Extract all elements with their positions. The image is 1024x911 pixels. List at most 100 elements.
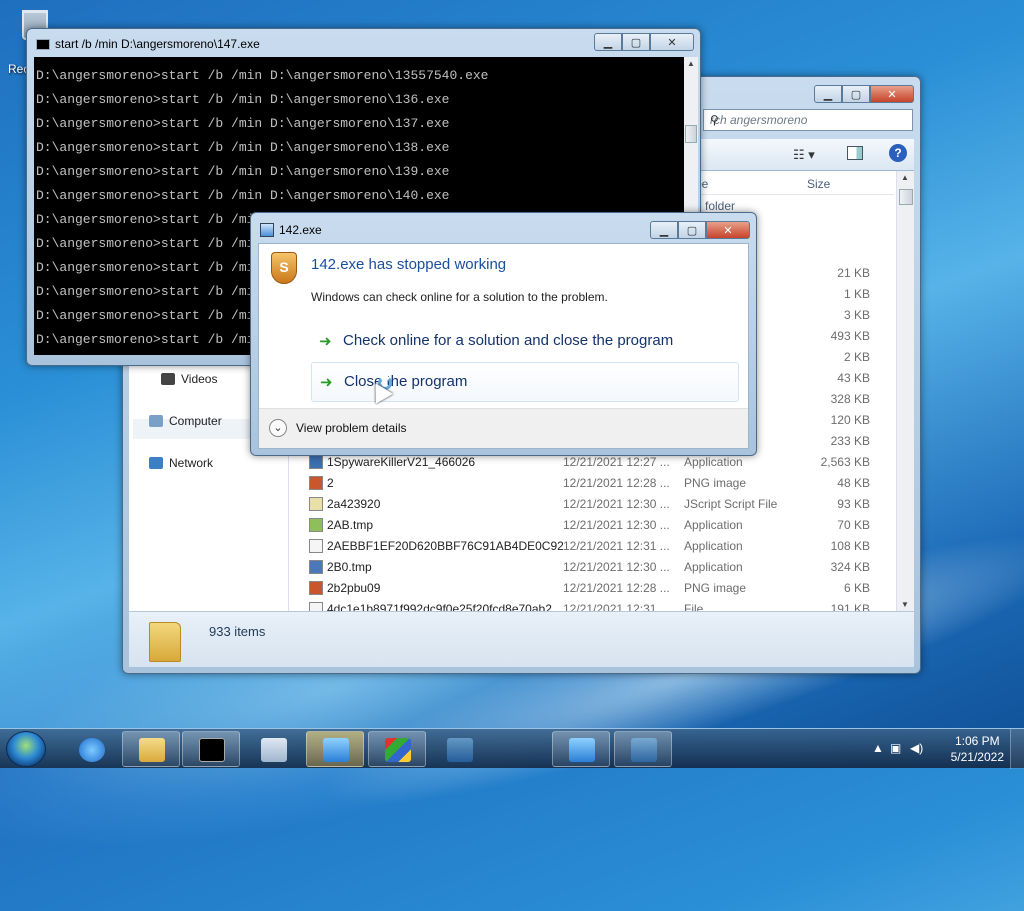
- console-line: D:\angersmoreno>start /b /mi: [36, 212, 255, 227]
- error-dialog[interactable]: 142.exe ▁ ▢ ✕ S 142.exe has stopped work…: [250, 212, 757, 456]
- scrollbar-thumb[interactable]: [899, 189, 913, 205]
- file-name: 2a423920: [327, 497, 381, 511]
- green-arrow-icon: ➜: [320, 374, 333, 391]
- search-icon: ⚲: [710, 113, 719, 127]
- taskbar-app-6[interactable]: [614, 731, 672, 767]
- taskbar-cmd[interactable]: [182, 731, 240, 767]
- taskbar-app-1[interactable]: [244, 731, 302, 767]
- nav-item-computer[interactable]: Computer: [149, 411, 222, 431]
- application-icon: [309, 539, 323, 553]
- file-date: 12/21/2021 12:30 ...: [563, 518, 670, 532]
- nav-item-network[interactable]: Network: [149, 453, 213, 473]
- application-icon: [309, 560, 323, 574]
- console-line: D:\angersmoreno>start /b /mi: [36, 284, 255, 299]
- table-row[interactable]: 2 12/21/2021 12:28 ... PNG image 48 KB: [305, 473, 894, 494]
- table-row[interactable]: 4dc1e1b8971f992dc9f0e25f20fcd8e70ab2 12/…: [305, 599, 894, 611]
- minimize-button[interactable]: ▁: [650, 221, 678, 239]
- file-size: 6 KB: [843, 581, 870, 595]
- start-button[interactable]: [6, 731, 46, 767]
- close-button[interactable]: ✕: [650, 33, 694, 51]
- scroll-up-arrow-icon[interactable]: ▲: [687, 59, 695, 68]
- nav-item-videos[interactable]: Videos: [161, 369, 217, 389]
- taskbar-app-3[interactable]: [368, 731, 426, 767]
- internet-explorer-icon: [79, 738, 105, 762]
- scroll-up-arrow-icon[interactable]: ▲: [901, 173, 909, 182]
- volume-icon[interactable]: ◀): [910, 741, 923, 755]
- chevron-down-icon[interactable]: ⌄: [269, 419, 287, 437]
- clock-time: 1:06 PM: [954, 734, 1000, 748]
- app-icon: [447, 738, 473, 762]
- file-type: Application: [684, 455, 743, 469]
- table-row[interactable]: 2B0.tmp 12/21/2021 12:30 ... Application…: [305, 557, 894, 578]
- taskbar-app-2[interactable]: [306, 731, 364, 767]
- column-header-size[interactable]: Size: [807, 177, 830, 191]
- taskbar-explorer[interactable]: [122, 731, 180, 767]
- dialog-footer: ⌄ View problem details: [259, 408, 748, 448]
- views-icon[interactable]: ☷ ▾: [793, 147, 815, 163]
- table-row[interactable]: 2AEBBF1EF20D620BBF76C91AB4DE0C92 12/21/2…: [305, 536, 894, 557]
- item-count: 933 items: [209, 624, 266, 639]
- check-online-label: Check online for a solution and close th…: [343, 332, 674, 349]
- table-row[interactable]: 2a423920 12/21/2021 12:30 ... JScript Sc…: [305, 494, 894, 515]
- taskbar-app-4[interactable]: [430, 731, 488, 767]
- application-icon: [309, 455, 323, 469]
- file-size: 70 KB: [837, 518, 870, 532]
- file-size: 324 KB: [830, 560, 870, 574]
- dialog-heading: 142.exe has stopped working: [311, 256, 507, 273]
- scroll-down-arrow-icon[interactable]: ▼: [901, 600, 909, 609]
- close-button[interactable]: ✕: [706, 221, 750, 239]
- recycle-bin-label: Rec: [8, 62, 28, 76]
- close-button[interactable]: ✕: [870, 85, 914, 103]
- maximize-button[interactable]: ▢: [842, 85, 870, 103]
- scrollbar-thumb[interactable]: [685, 125, 697, 143]
- minimize-button[interactable]: ▁: [814, 85, 842, 103]
- table-row[interactable]: 2b2pbu09 12/21/2021 12:28 ... PNG image …: [305, 578, 894, 599]
- taskbar-app-5[interactable]: [552, 731, 610, 767]
- app-icon: [323, 738, 349, 762]
- nav-item-label: Videos: [181, 372, 218, 386]
- console-icon: [199, 738, 225, 762]
- network-icon[interactable]: ▣: [890, 741, 901, 755]
- png-image-icon: [309, 476, 323, 490]
- chevron-up-icon[interactable]: ▲: [872, 741, 884, 755]
- minimize-button[interactable]: ▁: [594, 33, 622, 51]
- console-line: D:\angersmoreno>start /b /mi: [36, 236, 255, 251]
- preview-pane-icon[interactable]: [847, 146, 863, 160]
- taskbar: ▲ ▣ ◀) 1:06 PM 5/21/2022: [0, 728, 1024, 769]
- file-name: 2B0.tmp: [327, 560, 372, 574]
- file-type: Application: [684, 560, 743, 574]
- search-box[interactable]: rch angersmoreno ⚲: [703, 109, 913, 131]
- file-name: 2AEBBF1EF20D620BBF76C91AB4DE0C92: [327, 539, 564, 553]
- file-list-scrollbar[interactable]: ▲ ▼: [896, 171, 914, 611]
- file-type: JScript Script File: [684, 497, 778, 511]
- maximize-button[interactable]: ▢: [622, 33, 650, 51]
- maximize-button[interactable]: ▢: [678, 221, 706, 239]
- file-size: 108 KB: [830, 539, 870, 553]
- console-line: D:\angersmoreno>start /b /min D:\angersm…: [36, 92, 450, 107]
- file-size: 120 KB: [830, 413, 870, 427]
- clock[interactable]: 1:06 PM 5/21/2022: [951, 733, 1004, 765]
- file-type: PNG image: [684, 476, 747, 490]
- file-size: 21 KB: [837, 266, 870, 280]
- file-size: 233 KB: [830, 434, 870, 448]
- view-details-link[interactable]: View problem details: [296, 421, 407, 435]
- console-line: D:\angersmoreno>start /b /min D:\angersm…: [36, 164, 450, 179]
- check-online-button[interactable]: ➜ Check online for a solution and close …: [311, 322, 739, 362]
- help-icon[interactable]: ?: [889, 144, 907, 162]
- taskbar-ie[interactable]: [62, 731, 120, 767]
- cmd-window-controls: ▁ ▢ ✕: [594, 33, 694, 51]
- file-date: 12/21/2021 12:30 ...: [563, 497, 670, 511]
- script-file-icon: [309, 497, 323, 511]
- system-tray: ▲ ▣ ◀) 1:06 PM 5/21/2022: [864, 729, 1024, 769]
- file-date: 12/21/2021 12:28 ...: [563, 476, 670, 490]
- window-title: start /b /min D:\angersmoreno\147.exe: [55, 37, 260, 51]
- show-desktop-button[interactable]: [1010, 729, 1024, 769]
- folder-icon: [149, 622, 181, 662]
- green-arrow-icon: ➜: [319, 333, 332, 350]
- videos-icon: [161, 373, 175, 385]
- console-line: D:\angersmoreno>start /b /min D:\angersm…: [36, 116, 450, 131]
- nav-item-label: Network: [169, 456, 214, 470]
- details-pane: 933 items: [129, 611, 914, 667]
- app-icon: [260, 223, 274, 237]
- table-row[interactable]: 2AB.tmp 12/21/2021 12:30 ... Application…: [305, 515, 894, 536]
